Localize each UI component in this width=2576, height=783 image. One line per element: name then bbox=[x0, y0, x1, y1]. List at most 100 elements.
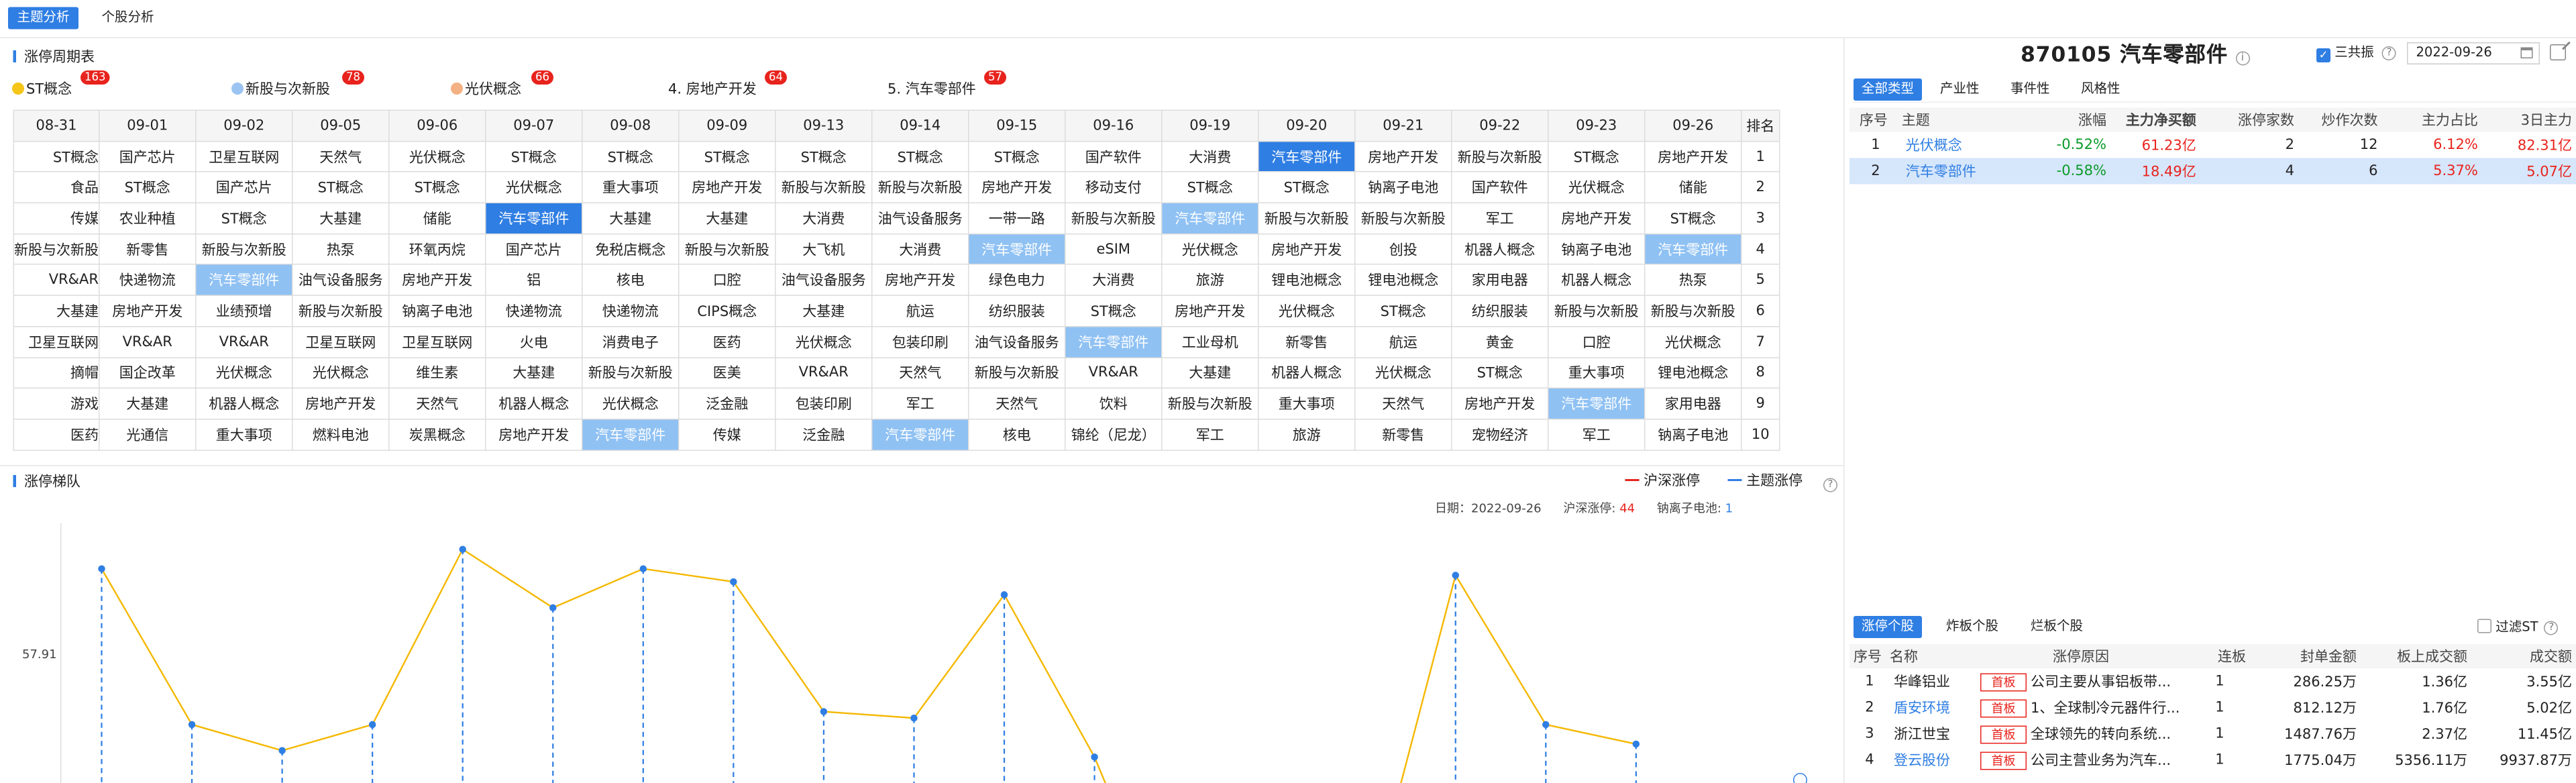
data-point[interactable] bbox=[188, 721, 196, 729]
data-point[interactable] bbox=[368, 721, 376, 729]
streak-count: 1 bbox=[2215, 751, 2224, 768]
limit-reason[interactable]: 1、全球制冷元器件行... bbox=[2031, 700, 2180, 717]
checkbox-label: 过滤ST bbox=[2496, 620, 2538, 635]
theme-times: 12 bbox=[2359, 137, 2378, 153]
streak-count: 1 bbox=[2215, 725, 2224, 742]
export-icon[interactable] bbox=[2550, 41, 2571, 60]
stock-name[interactable]: 浙江世宝 bbox=[1894, 727, 1950, 743]
theme-ratio: 6.12% bbox=[2433, 137, 2478, 153]
column-header[interactable]: 涨幅 bbox=[2027, 107, 2110, 132]
data-point[interactable] bbox=[1000, 591, 1008, 598]
column-header[interactable]: 封单金额 bbox=[2250, 644, 2361, 668]
checkbox-checked-icon[interactable]: ✓ bbox=[2316, 48, 2330, 62]
column-header[interactable]: 主力净买额 bbox=[2110, 107, 2200, 132]
theme-chg: -0.58% bbox=[2056, 163, 2106, 179]
column-header[interactable]: 序号 bbox=[1849, 107, 1902, 132]
column-header[interactable]: 炒作次数 bbox=[2298, 107, 2382, 132]
stock-name[interactable]: 登云股份 bbox=[1894, 753, 1950, 769]
checkbox-label: 三共振 bbox=[2334, 45, 2374, 61]
turnover: 3.55亿 bbox=[2526, 674, 2572, 690]
data-point[interactable] bbox=[1632, 740, 1640, 748]
column-header[interactable]: 涨停家数 bbox=[2200, 107, 2299, 132]
tab-all-types[interactable]: 全部类型 bbox=[1854, 79, 1923, 101]
column-header[interactable]: 主题 bbox=[1901, 107, 2027, 132]
column-header[interactable]: 连板 bbox=[2190, 644, 2250, 668]
stock-name[interactable]: 盾安环境 bbox=[1894, 700, 1950, 717]
seal-amount: 812.12万 bbox=[2293, 700, 2357, 717]
help-icon[interactable]: ? bbox=[2544, 621, 2559, 635]
series-line bbox=[101, 547, 1095, 758]
tab-broken-board[interactable]: 炸板个股 bbox=[1938, 616, 2006, 638]
row-index: 3 bbox=[1865, 725, 1874, 742]
data-point[interactable] bbox=[549, 604, 557, 612]
data-point[interactable] bbox=[730, 578, 737, 586]
resonance-checkbox[interactable]: ✓ 三共振 ? bbox=[2316, 44, 2396, 64]
stock-name[interactable]: 华峰铝业 bbox=[1894, 674, 1950, 690]
table-row[interactable]: 1 华峰铝业 首板 公司主要从事铝板带... 1 286.25万 1.36亿 3.55亿 bbox=[1849, 668, 2576, 694]
chart-control-icon[interactable] bbox=[1793, 773, 1807, 783]
filter-st[interactable]: 过滤ST ? bbox=[2477, 618, 2559, 638]
date-picker[interactable]: 2022-09-26 bbox=[2407, 42, 2540, 64]
tab-weak-board[interactable]: 烂板个股 bbox=[2023, 616, 2091, 638]
streak-count: 1 bbox=[2215, 673, 2224, 690]
table-row[interactable]: 2 盾安环境 首板 1、全球制冷元器件行... 1 812.12万 1.76亿 5.02亿 bbox=[1849, 694, 2576, 721]
date-value: 2022-09-26 bbox=[2416, 45, 2492, 61]
board-volume: 1.36亿 bbox=[2422, 674, 2467, 690]
limit-reason[interactable]: 公司主要从事铝板带... bbox=[2031, 674, 2171, 690]
type-tab-bar: 全部类型 产业性 事件性 风格性 bbox=[1854, 79, 2576, 103]
theme-limit: 2 bbox=[2285, 137, 2295, 153]
theme-ratio: 5.37% bbox=[2433, 163, 2478, 179]
turnover: 5.02亿 bbox=[2526, 700, 2572, 717]
table-row[interactable]: 2 汽车零部件 -0.58% 18.49亿 4 6 5.37% 5.07亿 bbox=[1849, 158, 2576, 185]
theme-limit: 4 bbox=[2285, 163, 2295, 179]
series-line bbox=[1400, 575, 1456, 783]
panel-divider bbox=[1843, 38, 1845, 783]
data-point[interactable] bbox=[1091, 753, 1098, 761]
column-header[interactable]: 名称 bbox=[1890, 644, 1976, 668]
turnover: 11.45亿 bbox=[2517, 727, 2572, 743]
tab-limit-up[interactable]: 涨停个股 bbox=[1854, 616, 1923, 638]
turnover: 9937.87万 bbox=[2500, 753, 2572, 769]
theme-net: 61.23亿 bbox=[2141, 138, 2196, 154]
calendar-icon bbox=[2520, 47, 2533, 58]
stock-theme-title: 870105 汽车零部件 bbox=[2021, 42, 2228, 66]
data-point[interactable] bbox=[820, 708, 828, 715]
column-header[interactable]: 板上成交额 bbox=[2361, 644, 2471, 668]
checkbox-icon[interactable] bbox=[2477, 619, 2491, 633]
theme-name[interactable]: 光伏概念 bbox=[1902, 132, 2027, 158]
column-header[interactable]: 3日主力 bbox=[2481, 107, 2576, 132]
stock-tab-bar: 涨停个股 炸板个股 烂板个股 bbox=[1854, 616, 2576, 640]
table-row[interactable]: 1 光伏概念 -0.52% 61.23亿 2 12 6.12% 82.31亿 bbox=[1849, 132, 2576, 158]
table-row[interactable]: 3 浙江世宝 首板 全球领先的转向系统... 1 1487.76万 2.37亿 11.45亿 bbox=[1849, 721, 2576, 747]
data-point[interactable] bbox=[278, 747, 286, 754]
tab-style[interactable]: 风格性 bbox=[2073, 79, 2129, 101]
board-volume: 2.37亿 bbox=[2422, 727, 2467, 743]
data-point[interactable] bbox=[910, 715, 918, 722]
streak-count: 1 bbox=[2215, 699, 2224, 716]
limit-reason[interactable]: 公司主营业务为汽车... bbox=[2031, 753, 2171, 769]
info-icon[interactable]: i bbox=[2235, 51, 2250, 66]
help-icon[interactable]: ? bbox=[2381, 46, 2396, 60]
column-header[interactable]: 主力占比 bbox=[2381, 107, 2482, 132]
data-point[interactable] bbox=[1452, 572, 1460, 579]
tab-event[interactable]: 事件性 bbox=[2002, 79, 2058, 101]
board-tag: 首板 bbox=[1980, 751, 2027, 770]
board-tag: 首板 bbox=[1980, 725, 2027, 744]
board-volume: 1.76亿 bbox=[2422, 700, 2467, 717]
theme-net: 18.49亿 bbox=[2141, 164, 2196, 180]
stock-table: 序号 名称 涨停原因 连板 封单金额 板上成交额 成交额 1 华峰铝业首板 公司主要从事铝板带.… bbox=[1849, 644, 2576, 773]
data-point[interactable] bbox=[639, 565, 647, 572]
seal-amount: 1775.04万 bbox=[2284, 753, 2357, 769]
column-header[interactable]: 序号 bbox=[1849, 644, 1890, 668]
theme-name[interactable]: 汽车零部件 bbox=[1902, 158, 2027, 185]
tab-industry[interactable]: 产业性 bbox=[1932, 79, 1988, 101]
seal-amount: 1487.76万 bbox=[2284, 727, 2357, 743]
data-point[interactable] bbox=[459, 545, 466, 553]
data-point[interactable] bbox=[1542, 721, 1550, 729]
seal-amount: 286.25万 bbox=[2293, 674, 2357, 690]
column-header[interactable]: 成交额 bbox=[2471, 644, 2576, 668]
limit-reason[interactable]: 全球领先的转向系统... bbox=[2031, 727, 2171, 743]
table-row[interactable]: 4 登云股份 首板 公司主营业务为汽车... 1 1775.04万 5356.11万 9937… bbox=[1849, 747, 2576, 773]
column-header[interactable]: 涨停原因 bbox=[1976, 644, 2190, 668]
data-point[interactable] bbox=[98, 565, 105, 572]
